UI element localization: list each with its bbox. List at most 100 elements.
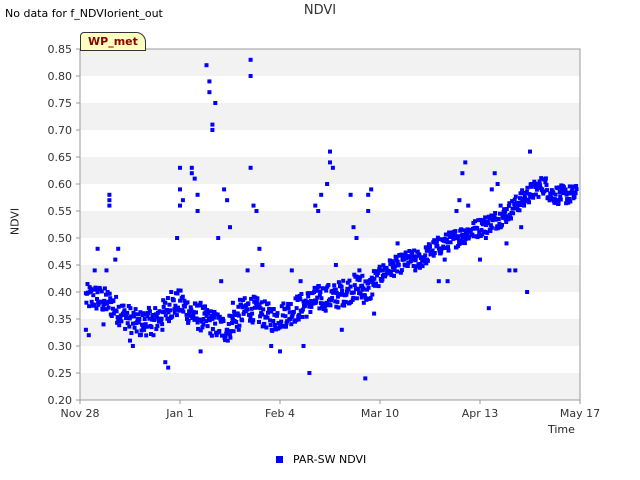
data-point <box>264 325 269 330</box>
data-point <box>413 268 418 273</box>
y-axis-ticks: 0.20 0.25 0.30 0.35 0.40 0.45 0.50 0.55 0.60 0.65… <box>48 43 80 407</box>
data-point <box>574 187 579 192</box>
data-point <box>507 268 512 273</box>
data-point <box>237 323 242 328</box>
data-point <box>117 323 122 328</box>
data-point <box>94 306 99 311</box>
data-point <box>453 229 458 234</box>
y-tick-label: 0.55 <box>48 205 73 218</box>
grid-band <box>80 373 580 400</box>
data-point <box>328 303 333 308</box>
data-point <box>185 300 190 305</box>
data-point <box>380 268 385 273</box>
data-point <box>128 306 133 311</box>
data-point <box>544 183 549 188</box>
data-point <box>420 264 425 269</box>
data-point <box>330 165 335 170</box>
data-point <box>119 319 124 324</box>
data-point <box>319 296 324 301</box>
data-point <box>166 365 171 370</box>
data-point <box>113 257 118 262</box>
data-point <box>445 279 450 284</box>
data-point <box>266 301 271 306</box>
data-point <box>189 165 194 170</box>
data-point <box>153 306 158 311</box>
data-point <box>354 236 359 240</box>
data-point <box>294 306 299 311</box>
data-point <box>291 309 296 314</box>
data-point <box>307 371 312 375</box>
data-point <box>298 279 303 284</box>
data-point <box>332 283 337 288</box>
data-point <box>86 333 91 338</box>
data-point <box>299 292 304 296</box>
data-point <box>493 211 498 215</box>
data-point <box>205 308 210 312</box>
data-point <box>428 244 432 249</box>
data-point <box>314 299 319 304</box>
y-tick-label: 0.85 <box>48 43 73 56</box>
data-point <box>102 286 107 291</box>
station-badge: WP_met <box>80 32 146 51</box>
data-point <box>348 192 353 197</box>
data-point <box>323 308 328 313</box>
data-point <box>351 225 356 230</box>
data-point <box>439 249 444 254</box>
y-tick-label: 0.45 <box>48 259 73 272</box>
data-point <box>543 176 548 181</box>
data-point <box>308 310 313 314</box>
data-point <box>260 263 265 267</box>
data-point <box>116 246 121 251</box>
data-point <box>168 308 173 313</box>
data-point <box>425 257 430 262</box>
data-point <box>401 257 406 262</box>
data-point <box>457 198 462 203</box>
data-point <box>130 344 135 348</box>
data-point <box>255 296 260 301</box>
data-point <box>347 278 352 283</box>
data-point <box>107 291 112 296</box>
data-point <box>169 290 174 294</box>
data-point <box>466 203 471 208</box>
data-point <box>230 300 235 305</box>
data-point <box>513 268 518 273</box>
grid-bands <box>80 49 580 400</box>
data-point <box>178 203 182 208</box>
data-point <box>301 344 306 348</box>
data-point <box>454 209 459 213</box>
data-point <box>171 298 176 303</box>
y-tick-label: 0.80 <box>48 70 73 83</box>
data-point <box>525 290 530 294</box>
data-point <box>203 304 207 309</box>
data-point <box>127 324 132 329</box>
data-point <box>483 236 488 240</box>
data-point <box>495 182 500 186</box>
data-point <box>556 201 561 206</box>
y-tick-label: 0.75 <box>48 97 73 110</box>
data-point <box>573 191 578 196</box>
data-point <box>111 299 116 304</box>
data-point <box>456 234 461 239</box>
data-point <box>319 192 324 197</box>
data-point <box>328 160 332 165</box>
data-point <box>333 263 338 267</box>
data-point <box>316 209 321 213</box>
data-point <box>107 198 112 203</box>
data-point <box>328 149 332 154</box>
data-point <box>248 165 253 170</box>
data-point <box>368 296 373 301</box>
data-point <box>91 293 96 298</box>
data-point <box>240 318 245 323</box>
data-point <box>271 319 276 323</box>
data-point <box>163 360 168 365</box>
data-point <box>366 192 371 197</box>
data-point <box>366 285 371 290</box>
data-point <box>423 253 428 258</box>
data-point <box>504 241 509 246</box>
data-point <box>369 187 374 192</box>
data-point <box>358 291 363 296</box>
data-point <box>558 197 563 202</box>
data-point <box>151 333 156 338</box>
data-point <box>388 269 393 274</box>
data-point <box>228 335 233 340</box>
